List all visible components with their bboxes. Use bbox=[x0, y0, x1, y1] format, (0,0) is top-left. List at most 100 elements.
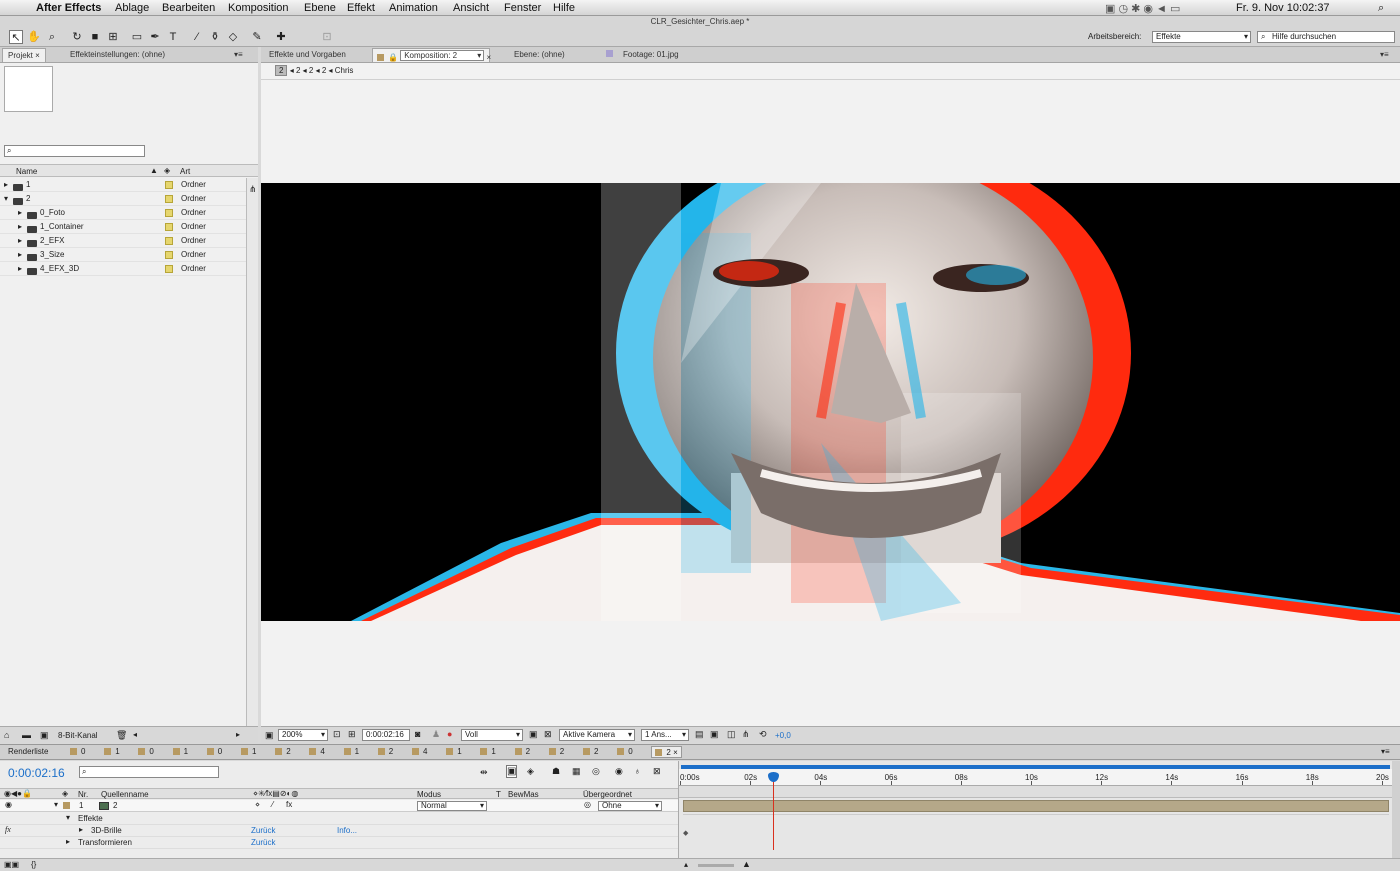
timeline-current-time[interactable]: 0:00:02:16 bbox=[8, 766, 65, 780]
new-folder-icon[interactable]: ▬ bbox=[22, 730, 31, 740]
live-update-icon[interactable]: ▣ bbox=[506, 765, 518, 778]
grid-icon[interactable]: ⊞ bbox=[348, 729, 356, 740]
scroll-left-icon[interactable]: ◂ bbox=[133, 730, 137, 739]
tab-layer[interactable]: Ebene: (ohne) bbox=[514, 48, 565, 62]
label-swatch[interactable] bbox=[165, 181, 173, 189]
tab-effects-presets[interactable]: Effekte und Vorgaben bbox=[269, 48, 346, 62]
effect-reset-link[interactable]: Zurück bbox=[251, 826, 275, 835]
timeline-search-input[interactable]: ⌕ bbox=[79, 766, 219, 778]
tab-composition-10[interactable]: 4 bbox=[412, 746, 427, 758]
menu-item-ansicht[interactable]: Ansicht bbox=[453, 2, 489, 14]
tab-composition-6[interactable]: 2 bbox=[275, 746, 291, 758]
menu-item-effekt[interactable]: Effekt bbox=[347, 2, 375, 14]
breadcrumb-item[interactable]: 2 bbox=[275, 65, 288, 76]
status-icons[interactable]: ▣ ◷ ✱ ◉ ◄ ▭ bbox=[1105, 2, 1180, 15]
expand-triangle-icon[interactable]: ▾ bbox=[54, 800, 58, 809]
collapse-triangle-icon[interactable]: ▸ bbox=[4, 178, 8, 192]
parent-select[interactable]: Ohne bbox=[598, 801, 662, 811]
views-select[interactable]: 1 Ans... bbox=[641, 729, 689, 741]
comp-mini-flowchart-icon[interactable]: ⇹ bbox=[480, 767, 488, 778]
camera-tool-icon[interactable]: ■ bbox=[88, 30, 102, 44]
transform-row[interactable]: ▸ Transformieren Zurück bbox=[0, 837, 678, 849]
puppet-tool-icon[interactable]: ✚ bbox=[274, 30, 288, 44]
tab-composition-16[interactable]: 0 bbox=[617, 746, 633, 758]
menu-item-animation[interactable]: Animation bbox=[389, 2, 438, 14]
effects-group-row[interactable]: ▾ Effekte bbox=[0, 813, 678, 825]
project-item[interactable]: ▸ 0_Foto Ordner bbox=[0, 206, 246, 220]
reset-exposure-icon[interactable]: ⟲ bbox=[759, 729, 767, 740]
tab-composition-17[interactable]: 2 × bbox=[651, 746, 682, 758]
label-swatch[interactable] bbox=[165, 223, 173, 231]
project-item[interactable]: ▾ 2 Ordner bbox=[0, 192, 246, 206]
workspace-select[interactable]: Effekte bbox=[1152, 31, 1251, 43]
effect-switch-icon[interactable]: fx bbox=[286, 800, 292, 809]
eraser-tool-icon[interactable]: ◇ bbox=[226, 30, 240, 44]
scroll-right-icon[interactable]: ▸ bbox=[236, 730, 240, 739]
channels-icon[interactable]: ● bbox=[447, 729, 452, 739]
expand-triangle-icon[interactable]: ▸ bbox=[66, 837, 70, 846]
collapse-triangle-icon[interactable]: ▸ bbox=[18, 248, 22, 262]
auto-keyframe-icon[interactable]: ♁ bbox=[634, 766, 641, 776]
menu-item-bearbeiten[interactable]: Bearbeiten bbox=[162, 2, 215, 14]
zoom-slider[interactable] bbox=[698, 864, 734, 867]
tab-composition[interactable]: 🔒 Komposition: 2 × bbox=[372, 48, 491, 62]
timeline-toggle-icon[interactable]: ◫ bbox=[727, 729, 736, 740]
bit-depth-button[interactable]: 8-Bit-Kanal bbox=[58, 731, 98, 740]
project-item[interactable]: ▸ 1 Ordner bbox=[0, 178, 246, 192]
column-parent[interactable]: Übergeordnet bbox=[583, 790, 632, 799]
panel-menu-icon[interactable]: ▾≡ bbox=[234, 48, 243, 62]
text-tool-icon[interactable]: T bbox=[166, 30, 180, 44]
tab-composition-3[interactable]: 1 bbox=[172, 746, 188, 758]
new-composition-icon[interactable]: ▣ bbox=[40, 730, 49, 741]
zoom-tool-icon[interactable]: ⌕ bbox=[45, 30, 59, 44]
selection-tool-icon[interactable]: ↖ bbox=[9, 30, 23, 44]
effect-fx-icon[interactable]: fx bbox=[5, 825, 11, 834]
column-mode[interactable]: Modus bbox=[417, 790, 441, 799]
label-icon[interactable]: ◈ bbox=[164, 166, 170, 175]
transparency-grid-icon[interactable]: ⊠ bbox=[544, 729, 552, 740]
keyframe-navigator-icon[interactable]: ◆ bbox=[683, 829, 688, 837]
toggle-modes-icon[interactable]: {} bbox=[31, 860, 36, 869]
tab-render-queue[interactable]: Renderliste bbox=[8, 746, 48, 758]
collapse-switch-icon[interactable]: ⋄ bbox=[255, 800, 260, 809]
safe-margins-icon[interactable]: ⊡ bbox=[333, 729, 341, 740]
exposure-value[interactable]: +0,0 bbox=[775, 731, 791, 740]
spotlight-icon[interactable]: ⌕ bbox=[1378, 2, 1384, 15]
expand-triangle-icon[interactable]: ▸ bbox=[79, 825, 83, 834]
expand-triangle-icon[interactable]: ▾ bbox=[4, 192, 8, 206]
draft-3d-icon[interactable]: ◈ bbox=[527, 766, 534, 777]
collapse-triangle-icon[interactable]: ▸ bbox=[18, 262, 22, 276]
collapse-triangle-icon[interactable]: ▸ bbox=[18, 234, 22, 248]
menu-item-komposition[interactable]: Komposition bbox=[228, 2, 289, 14]
pen-tool-icon[interactable]: ✒ bbox=[148, 30, 162, 44]
lock-icon[interactable]: 🔒 bbox=[388, 53, 398, 62]
column-t[interactable]: T bbox=[496, 790, 501, 799]
resolution-select[interactable]: Voll bbox=[461, 729, 523, 741]
tab-composition-12[interactable]: 1 bbox=[480, 746, 496, 758]
layer-name[interactable]: 2 bbox=[113, 801, 117, 810]
motion-blur-icon[interactable]: ◎ bbox=[592, 766, 600, 777]
layer-label-swatch[interactable] bbox=[63, 802, 70, 809]
help-search-input[interactable]: ⌕ Hilfe durchsuchen bbox=[1257, 31, 1395, 43]
blend-mode-select[interactable]: Normal bbox=[417, 801, 487, 811]
mask-tool-icon[interactable]: ▭ bbox=[130, 30, 144, 44]
panel-menu-icon[interactable]: ▾≡ bbox=[1380, 48, 1389, 62]
tab-composition-0[interactable]: 0 bbox=[70, 746, 85, 758]
tab-composition-8[interactable]: 1 bbox=[343, 746, 359, 758]
project-search-input[interactable]: ⌕ bbox=[4, 145, 145, 157]
layer-row[interactable]: ◉ ▾ 1 2 ⋄ ⁄ fx Normal ◎ Ohne bbox=[0, 800, 678, 812]
timeline-scrollbar[interactable] bbox=[1392, 761, 1400, 858]
composition-frame[interactable] bbox=[261, 183, 1400, 621]
tab-composition-11[interactable]: 1 bbox=[446, 746, 462, 758]
clock[interactable]: Fr. 9. Nov 10:02:37 bbox=[1236, 2, 1330, 14]
toggle-pixel-aspect-icon[interactable]: ▤ bbox=[695, 729, 704, 740]
label-swatch[interactable] bbox=[165, 251, 173, 259]
close-icon[interactable]: × bbox=[35, 51, 40, 60]
graph-editor-icon[interactable]: ⊠ bbox=[653, 766, 661, 777]
project-item[interactable]: ▸ 4_EFX_3D Ordner bbox=[0, 262, 246, 276]
effect-row[interactable]: fx ▸ 3D-Brille Zurück Info... bbox=[0, 825, 678, 837]
breadcrumb-item[interactable]: 2 bbox=[322, 66, 326, 75]
tab-composition-1[interactable]: 1 bbox=[104, 746, 120, 758]
menu-item-hilfe[interactable]: Hilfe bbox=[553, 2, 575, 14]
breadcrumb-item[interactable]: Chris bbox=[335, 66, 354, 75]
